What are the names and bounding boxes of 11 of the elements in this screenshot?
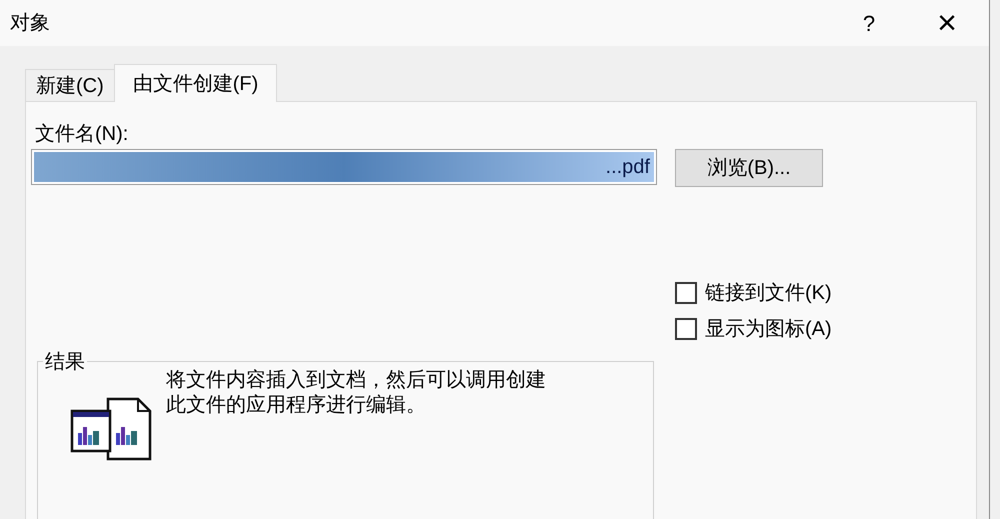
browse-button[interactable]: 浏览(B)... <box>675 149 823 187</box>
tab[interactable]: 由文件创建(F) <box>114 64 278 102</box>
file-name-field[interactable]: ...pdf <box>31 149 657 185</box>
file-name-label: 文件名(N): <box>35 122 128 147</box>
tab[interactable]: 新建(C) <box>25 69 114 101</box>
checkbox-label[interactable]: 链接到文件(K) <box>705 278 832 308</box>
close-button[interactable]: × <box>927 6 967 40</box>
window-title: 对象 <box>10 11 50 36</box>
result-description: 将文件内容插入到文档，然后可以调用创建此文件的应用程序进行编辑。 <box>166 368 547 418</box>
help-button[interactable]: ? <box>849 6 889 40</box>
checkbox-label[interactable]: 显示为图标(A) <box>705 314 832 344</box>
